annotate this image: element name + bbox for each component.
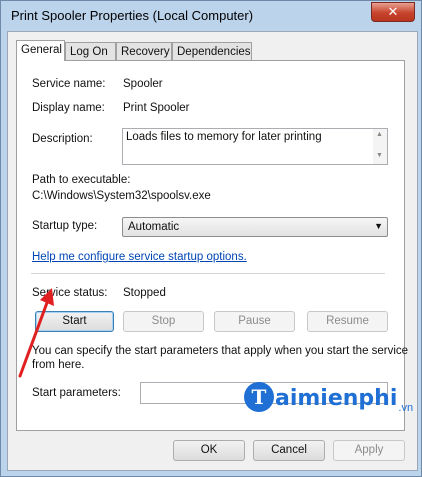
stop-button[interactable]: Stop bbox=[123, 311, 204, 332]
window-title: Print Spooler Properties (Local Computer… bbox=[11, 8, 254, 23]
tab-log-on[interactable]: Log On bbox=[65, 42, 116, 60]
watermark-text: aimienphi bbox=[275, 386, 398, 411]
service-status-value: Stopped bbox=[123, 287, 166, 299]
display-name-label: Display name: bbox=[32, 102, 105, 114]
tab-recovery[interactable]: Recovery bbox=[116, 42, 172, 60]
tab-general[interactable]: General bbox=[16, 40, 65, 61]
path-value: C:\Windows\System32\spoolsv.exe bbox=[32, 190, 211, 202]
chevron-down-icon: ▼ bbox=[374, 221, 383, 231]
service-name-label: Service name: bbox=[32, 78, 106, 90]
tab-dependencies[interactable]: Dependencies bbox=[172, 42, 252, 60]
path-label: Path to executable: bbox=[32, 174, 131, 186]
close-icon: ✕ bbox=[387, 4, 399, 19]
start-params-hint-line1: You can specify the start parameters tha… bbox=[32, 345, 409, 357]
scroll-down-icon[interactable]: ▼ bbox=[376, 152, 383, 159]
description-value: Loads files to memory for later printing bbox=[126, 131, 322, 143]
startup-type-select[interactable]: Automatic ▼ bbox=[122, 217, 388, 237]
description-textbox[interactable]: Loads files to memory for later printing… bbox=[122, 128, 388, 165]
taimienphi-logo-icon: T bbox=[244, 382, 274, 412]
help-configure-link[interactable]: Help me configure service startup option… bbox=[32, 251, 247, 263]
title-bar[interactable]: Print Spooler Properties (Local Computer… bbox=[1, 1, 421, 31]
section-divider bbox=[31, 273, 385, 275]
description-scrollbar[interactable]: ▲ ▼ bbox=[373, 129, 387, 164]
cancel-button[interactable]: Cancel bbox=[253, 440, 325, 461]
close-button[interactable]: ✕ bbox=[371, 2, 415, 22]
description-label: Description: bbox=[32, 133, 93, 145]
resume-button[interactable]: Resume bbox=[307, 311, 388, 332]
watermark-suffix: .vn bbox=[398, 402, 414, 414]
ok-button[interactable]: OK bbox=[173, 440, 245, 461]
startup-type-value: Automatic bbox=[128, 221, 180, 233]
dialog-button-bar: OK Cancel Apply bbox=[8, 434, 417, 470]
service-name-value: Spooler bbox=[123, 78, 163, 90]
startup-type-label: Startup type: bbox=[32, 220, 98, 232]
general-tab-panel: Service name: Spooler Display name: Prin… bbox=[16, 60, 409, 431]
pause-button[interactable]: Pause bbox=[214, 311, 295, 332]
display-name-value: Print Spooler bbox=[123, 102, 190, 114]
apply-button[interactable]: Apply bbox=[333, 440, 405, 461]
scroll-up-icon[interactable]: ▲ bbox=[376, 131, 383, 138]
start-params-label: Start parameters: bbox=[32, 387, 121, 399]
taimienphi-watermark: T aimienphi .vn bbox=[244, 382, 414, 414]
annotation-arrow-icon bbox=[18, 288, 54, 378]
